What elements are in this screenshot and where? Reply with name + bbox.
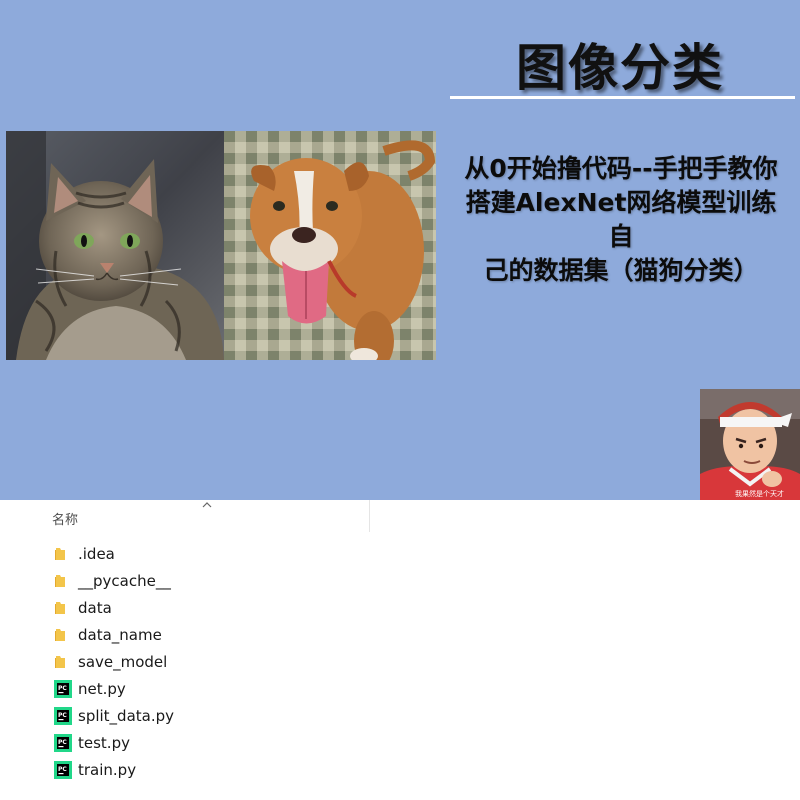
banner-title: 图像分类 — [516, 39, 724, 97]
file-name: split_data.py — [78, 707, 175, 725]
pycharm-file-icon: PC — [54, 680, 72, 698]
file-name: data_name — [78, 626, 162, 644]
file-name: data — [78, 599, 112, 617]
subtitle-line: 搭建AlexNet网络模型训练自 — [465, 188, 777, 251]
sort-ascending-icon[interactable] — [200, 500, 214, 510]
svg-text:PC: PC — [58, 712, 67, 719]
avatar: 我果然是个天才 — [700, 389, 800, 500]
avatar-caption: 我果然是个天才 — [735, 490, 784, 498]
list-item[interactable]: __pycache__ — [0, 569, 400, 596]
cat-photo — [6, 131, 224, 360]
cover-banner: 图像分类 从0开始撸代码--手把手教你 搭建AlexNet网络模型训练自 己的数… — [0, 0, 800, 500]
list-item[interactable]: PC net.py — [0, 677, 400, 704]
file-name: train.py — [78, 761, 137, 779]
banner-subtitle: 从0开始撸代码--手把手教你 搭建AlexNet网络模型训练自 己的数据集（猫狗… — [458, 152, 784, 288]
list-item[interactable]: save_model — [0, 650, 400, 677]
file-name: save_model — [78, 653, 168, 671]
pycharm-file-icon: PC — [54, 761, 72, 779]
file-explorer: 名称 .idea __pycache__ data data_name save… — [0, 500, 800, 800]
subtitle-line: 己的数据集（猫狗分类） — [483, 256, 759, 285]
svg-text:PC: PC — [58, 739, 67, 746]
list-item[interactable]: PC train.py — [0, 758, 400, 785]
svg-text:PC: PC — [58, 685, 67, 692]
folder-icon — [55, 548, 65, 560]
svg-text:PC: PC — [58, 766, 67, 773]
file-name: .idea — [78, 545, 115, 563]
file-list: .idea __pycache__ data data_name save_mo… — [0, 542, 400, 785]
list-item[interactable]: PC test.py — [0, 731, 400, 758]
column-header-name[interactable]: 名称 — [52, 509, 78, 528]
subtitle-line: 从0开始撸代码--手把手教你 — [464, 154, 778, 183]
list-item[interactable]: data_name — [0, 623, 400, 650]
file-name: __pycache__ — [78, 572, 171, 590]
folder-icon — [55, 656, 65, 668]
pycharm-file-icon: PC — [54, 707, 72, 725]
column-divider[interactable] — [369, 500, 370, 532]
list-item[interactable]: data — [0, 596, 400, 623]
list-item[interactable]: .idea — [0, 542, 400, 569]
folder-icon — [55, 602, 65, 614]
list-item[interactable]: PC split_data.py — [0, 704, 400, 731]
title-underline — [450, 96, 795, 99]
dog-photo — [224, 131, 436, 360]
file-name: net.py — [78, 680, 126, 698]
pycharm-file-icon: PC — [54, 734, 72, 752]
file-name: test.py — [78, 734, 130, 752]
folder-icon — [55, 575, 65, 587]
folder-icon — [55, 629, 65, 641]
